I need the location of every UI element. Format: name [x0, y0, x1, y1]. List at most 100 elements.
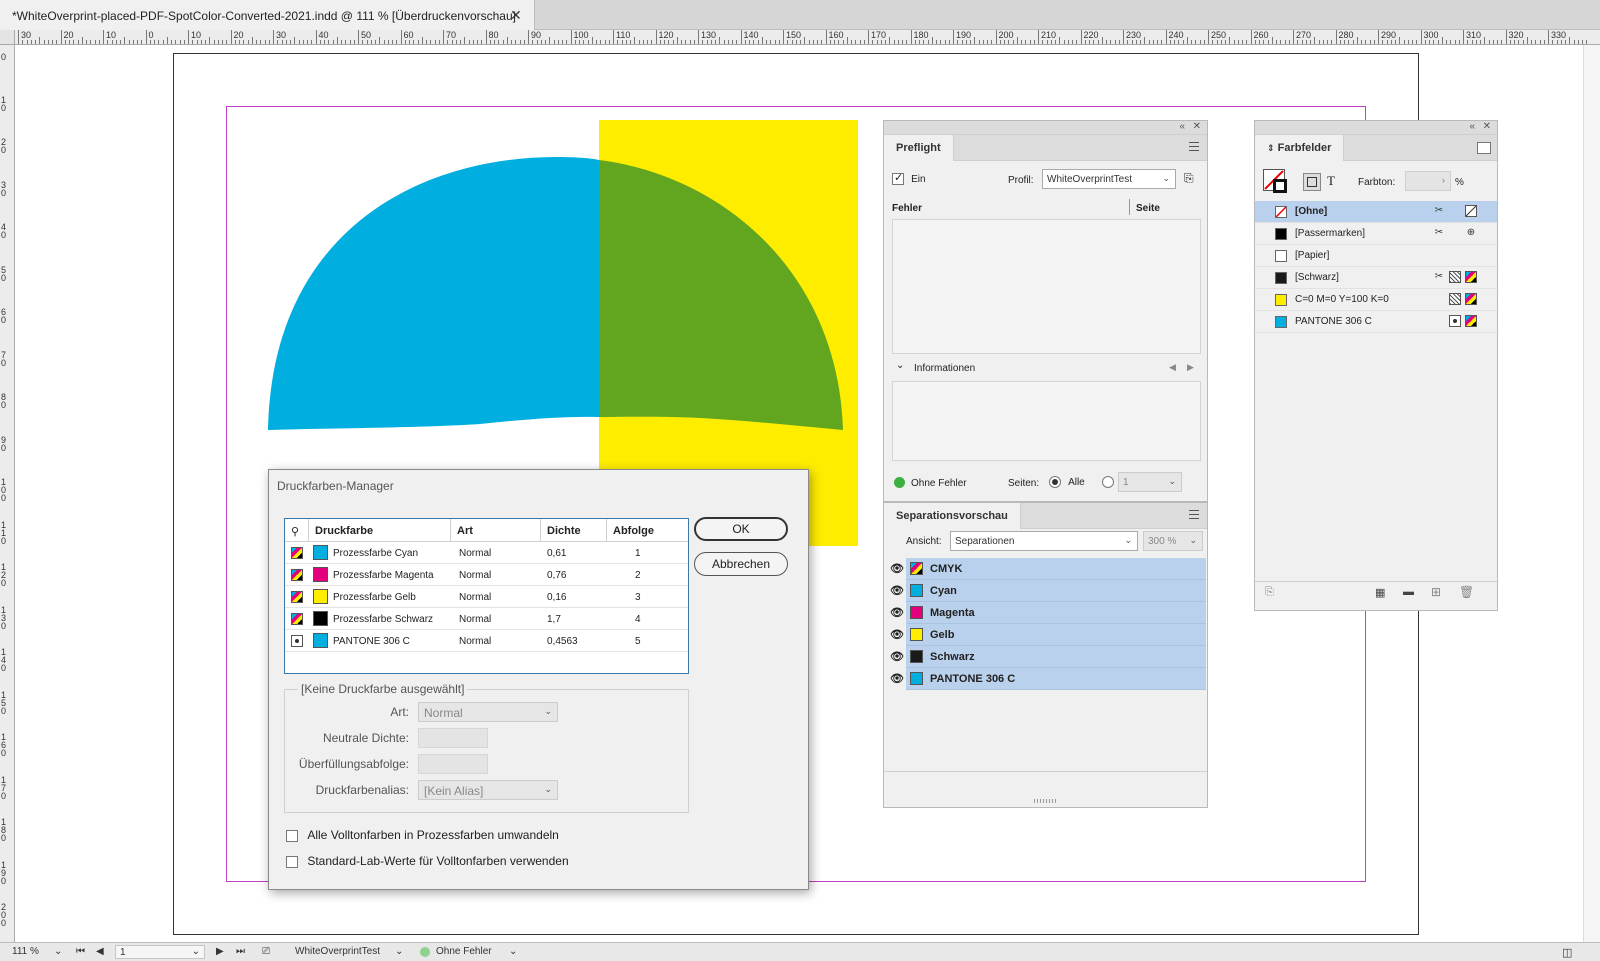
- swatch-row[interactable]: C=0 M=0 Y=100 K=0: [1255, 289, 1497, 311]
- define-profiles-icon[interactable]: ⎘: [1184, 171, 1194, 186]
- ink-sequence: 5: [635, 636, 641, 647]
- ink-row[interactable]: Prozessfarbe Gelb Normal 0,16 3: [285, 586, 688, 608]
- chevron-down-icon[interactable]: ⌄: [509, 946, 517, 957]
- panel-menu-icon[interactable]: [1477, 142, 1491, 154]
- none-mode-icon: [1465, 205, 1477, 217]
- zoom-dropdown[interactable]: 300 % ⌄: [1143, 531, 1203, 551]
- page-number-field[interactable]: 1 ⌄: [115, 945, 205, 959]
- chevron-down-icon[interactable]: ⌄: [395, 946, 403, 957]
- swatch-row[interactable]: [Papier]: [1255, 245, 1497, 267]
- checkbox-icon[interactable]: [286, 829, 298, 842]
- checkbox-icon[interactable]: [286, 855, 298, 868]
- swatch-row[interactable]: [Passermarken] ✂ ⊕: [1255, 223, 1497, 245]
- stroke-icon[interactable]: [1273, 179, 1287, 193]
- radio-icon[interactable]: [1102, 476, 1114, 489]
- container-format-icon[interactable]: [1303, 173, 1321, 191]
- standard-lab-checkbox[interactable]: Standard-Lab-Werte für Volltonfarben ver…: [286, 854, 569, 868]
- chevron-down-icon[interactable]: ⌄: [896, 360, 904, 371]
- cancel-button[interactable]: Abbrechen: [694, 552, 788, 576]
- ink-swatch: [313, 611, 328, 626]
- separation-row[interactable]: 👁 Cyan: [890, 580, 1206, 602]
- visibility-eye-icon[interactable]: 👁: [890, 606, 904, 619]
- resize-grip[interactable]: [1034, 799, 1056, 803]
- separation-name: Cyan: [930, 585, 957, 597]
- visibility-eye-icon[interactable]: 👁: [890, 562, 904, 575]
- new-group-folder-icon[interactable]: ▬: [1403, 586, 1414, 598]
- zoom-value: 300 %: [1148, 536, 1177, 547]
- swatch-row[interactable]: PANTONE 306 C: [1255, 311, 1497, 333]
- pages-all-radio[interactable]: Alle: [1049, 476, 1085, 489]
- separation-row[interactable]: 👁 Schwarz: [890, 646, 1206, 668]
- trap-sequence-field[interactable]: [418, 754, 488, 774]
- tab-swatches[interactable]: ⇕ Farbfelder: [1255, 135, 1345, 161]
- ink-alias-value: [Kein Alias]: [424, 784, 484, 798]
- tab-separations[interactable]: Separationsvorschau: [884, 503, 1021, 529]
- preflight-on-checkbox[interactable]: Ein: [892, 171, 926, 186]
- no-ink-selected-label: [Keine Druckfarbe ausgewählt]: [298, 682, 468, 696]
- tint-field[interactable]: ›: [1405, 171, 1451, 191]
- visibility-eye-icon[interactable]: 👁: [890, 628, 904, 641]
- process-ink-icon: [291, 569, 303, 581]
- neutral-density-field[interactable]: [418, 728, 488, 748]
- preflight-profile-status[interactable]: WhiteOverprintTest: [295, 946, 380, 957]
- separation-name: Schwarz: [930, 651, 975, 663]
- ink-row[interactable]: Prozessfarbe Magenta Normal 0,76 2: [285, 564, 688, 586]
- first-page-icon[interactable]: ⏮: [76, 946, 85, 957]
- profile-dropdown[interactable]: WhiteOverprintTest ⌄: [1042, 169, 1176, 189]
- zoom-level[interactable]: 111 %: [12, 946, 39, 957]
- delete-swatch-icon[interactable]: 🗑: [1459, 585, 1474, 599]
- panel-menu-icon[interactable]: [1189, 142, 1199, 151]
- visibility-eye-icon[interactable]: 👁: [890, 584, 904, 597]
- errors-list[interactable]: [892, 219, 1201, 354]
- ink-density: 0,61: [547, 548, 567, 559]
- panel-menu-icon[interactable]: [1189, 510, 1199, 519]
- tab-preflight[interactable]: Preflight: [884, 135, 954, 161]
- sequence-column-header: Abfolge: [607, 519, 688, 542]
- collapse-panel-icon[interactable]: «: [1179, 121, 1185, 132]
- ink-swatch: [910, 628, 923, 641]
- view-dropdown[interactable]: Separationen ⌄: [950, 531, 1138, 551]
- ink-alias-dropdown[interactable]: [Kein Alias] ⌄: [418, 780, 558, 800]
- split-view-icon[interactable]: ◫: [1562, 946, 1572, 959]
- pages-range-dropdown[interactable]: 1 ⌄: [1118, 472, 1182, 492]
- ink-row[interactable]: Prozessfarbe Schwarz Normal 1,7 4: [285, 608, 688, 630]
- swatch-row[interactable]: [Ohne] ✂: [1255, 201, 1497, 223]
- chevron-down-icon: ⌄: [1189, 535, 1197, 545]
- open-page-icon[interactable]: ⎚: [262, 946, 270, 957]
- separation-row[interactable]: 👁 CMYK: [890, 558, 1206, 580]
- type-dropdown[interactable]: Normal ⌄: [418, 702, 558, 722]
- ink-table[interactable]: ⚲ Druckfarbe Art Dichte Abfolge Prozessf…: [284, 518, 689, 674]
- swatch-row[interactable]: [Schwarz] ✂: [1255, 267, 1497, 289]
- convert-all-spot-checkbox[interactable]: Alle Volltonfarben in Prozessfarben umwa…: [286, 828, 559, 842]
- ok-button[interactable]: OK: [694, 517, 788, 541]
- checkbox-icon[interactable]: [892, 171, 904, 186]
- separation-row[interactable]: 👁 PANTONE 306 C: [890, 668, 1206, 690]
- place-swatch-icon[interactable]: ⎘: [1265, 586, 1274, 599]
- visibility-eye-icon[interactable]: 👁: [890, 650, 904, 663]
- pages-range-radio[interactable]: [1102, 476, 1114, 489]
- neutral-density-label: Neutrale Dichte:: [322, 731, 409, 745]
- last-page-icon[interactable]: ⏭: [236, 946, 245, 957]
- previous-page-icon[interactable]: ◀: [96, 946, 104, 957]
- new-swatch-icon[interactable]: ⊞: [1431, 585, 1441, 599]
- close-panel-icon[interactable]: ✕: [1483, 121, 1491, 132]
- visibility-eye-icon[interactable]: 👁: [890, 672, 904, 685]
- chevron-down-icon[interactable]: ⌄: [54, 946, 62, 957]
- preflight-error-status[interactable]: Ohne Fehler: [436, 946, 492, 957]
- close-panel-icon[interactable]: ✕: [1193, 121, 1201, 132]
- radio-icon[interactable]: [1049, 476, 1061, 489]
- next-arrow-icon[interactable]: ▶: [1187, 362, 1194, 373]
- separation-row[interactable]: 👁 Magenta: [890, 602, 1206, 624]
- profile-label: Profil:: [1008, 175, 1034, 186]
- ink-row[interactable]: Prozessfarbe Cyan Normal 0,61 1: [285, 542, 688, 564]
- separation-row[interactable]: 👁 Gelb: [890, 624, 1206, 646]
- previous-arrow-icon[interactable]: ◀: [1169, 362, 1176, 373]
- swatch-views-icon[interactable]: ▦: [1375, 586, 1385, 599]
- collapse-panel-icon[interactable]: «: [1469, 121, 1475, 132]
- errors-column-header: Fehler: [892, 203, 923, 214]
- next-page-icon[interactable]: ▶: [216, 946, 224, 957]
- type-value: Normal: [424, 706, 463, 720]
- chevron-down-icon: ⌄: [544, 784, 552, 794]
- ink-row[interactable]: PANTONE 306 C Normal 0,4563 5: [285, 630, 688, 652]
- text-format-icon[interactable]: T: [1327, 173, 1335, 189]
